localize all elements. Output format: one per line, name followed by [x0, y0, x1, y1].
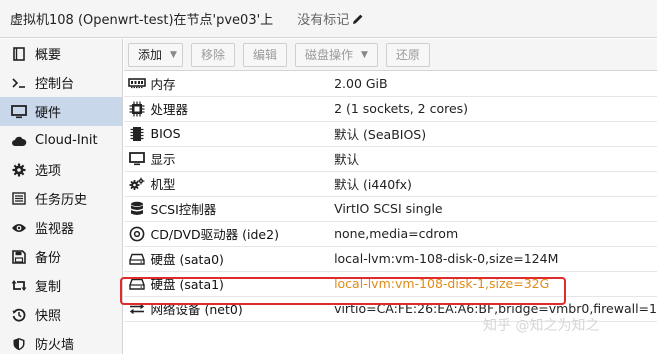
- sidebar-item-label: Cloud-Init: [35, 133, 98, 148]
- sidebar-item-snapshot[interactable]: 快照: [0, 300, 122, 329]
- sidebar-item-firewall[interactable]: 防火墙: [0, 329, 122, 354]
- row-name: SCSI控制器: [150, 196, 309, 222]
- cpu-icon: [128, 101, 146, 117]
- hdd-icon: [128, 276, 146, 292]
- sidebar-item-task-history[interactable]: 任务历史: [0, 184, 122, 213]
- edit-button-label: 编辑: [252, 48, 277, 62]
- cogs-icon: [128, 176, 146, 192]
- history-icon: [10, 307, 27, 323]
- hardware-table: 内存 2.00 GiB 处理器 2 (1 sockets, 2 cores) B…: [124, 71, 657, 322]
- row-value: 默认 (i440fx): [308, 171, 657, 197]
- revert-button[interactable]: 还原: [385, 42, 430, 67]
- table-row[interactable]: 内存 2.00 GiB: [124, 71, 657, 97]
- row-name: 硬盘 (sata1): [150, 271, 309, 297]
- title-bar: 虚拟机108 (Openwrt-test)在节点'pve03'上 没有标记: [0, 0, 657, 38]
- disk-action-button[interactable]: 磁盘操作 ▼: [294, 42, 378, 67]
- pencil-icon: [353, 14, 363, 24]
- row-name: 网络设备 (net0): [150, 296, 309, 322]
- row-value: 2.00 GiB: [308, 71, 657, 97]
- row-value: 默认 (SeaBIOS): [308, 121, 657, 147]
- sidebar-item-label: 监视器: [35, 222, 75, 237]
- terminal-icon: [10, 75, 27, 91]
- table-row[interactable]: CD/DVD驱动器 (ide2) none,media=cdrom: [124, 221, 657, 247]
- sidebar-item-label: 备份: [35, 251, 62, 266]
- gear-icon: [10, 162, 27, 178]
- retweet-icon: [10, 278, 27, 294]
- sidebar-item-console[interactable]: 控制台: [0, 68, 122, 97]
- sidebar-item-monitor[interactable]: 监视器: [0, 213, 122, 242]
- edit-button[interactable]: 编辑: [242, 42, 287, 67]
- sidebar-item-label: 选项: [35, 164, 62, 179]
- row-name: 显示: [150, 146, 309, 172]
- add-button[interactable]: 添加 ▼: [128, 42, 183, 67]
- remove-button-label: 移除: [200, 48, 225, 62]
- hdd-icon: [128, 251, 146, 267]
- floppy-icon: [10, 249, 27, 265]
- row-name: CD/DVD驱动器 (ide2): [150, 221, 309, 247]
- row-name: 机型: [150, 171, 309, 197]
- row-name: 硬盘 (sata0): [150, 246, 309, 272]
- exchange-icon: [128, 301, 146, 317]
- sidebar-item-label: 硬件: [35, 106, 62, 121]
- eye-icon: [10, 220, 27, 236]
- sidebar-item-label: 防火墙: [35, 338, 75, 353]
- row-value: local-lvm:vm-108-disk-0,size=124M: [308, 246, 657, 272]
- table-row[interactable]: SCSI控制器 VirtIO SCSI single: [124, 196, 657, 222]
- monitor-icon: [10, 104, 27, 120]
- sidebar-item-summary[interactable]: 概要: [0, 39, 122, 68]
- table-row[interactable]: 显示 默认: [124, 146, 657, 172]
- chevron-down-icon: ▼: [170, 49, 177, 60]
- sidebar-item-cloud-init[interactable]: Cloud-Init: [0, 126, 122, 155]
- shield-icon: [10, 336, 27, 352]
- list-icon: [10, 191, 27, 207]
- table-row-pending[interactable]: 硬盘 (sata1) local-lvm:vm-108-disk-1,size=…: [124, 271, 657, 297]
- watermark: 知乎 @知之为知之: [483, 318, 600, 334]
- row-value: VirtIO SCSI single: [308, 196, 657, 222]
- cloud-icon: [10, 133, 27, 149]
- sidebar: 概要 控制台 硬件 Cloud-Init 选项 任务历史 监视器 备份 复制 快…: [0, 39, 123, 354]
- sidebar-item-label: 快照: [35, 309, 62, 324]
- sidebar-item-label: 任务历史: [35, 193, 88, 208]
- table-row[interactable]: 硬盘 (sata0) local-lvm:vm-108-disk-0,size=…: [124, 246, 657, 272]
- revert-button-label: 还原: [395, 48, 420, 62]
- sidebar-item-options[interactable]: 选项: [0, 155, 122, 184]
- page-title: 虚拟机108 (Openwrt-test)在节点'pve03'上: [10, 13, 274, 28]
- sidebar-item-label: 控制台: [35, 77, 75, 92]
- chevron-down-icon: ▼: [360, 49, 368, 60]
- display-icon: [128, 151, 146, 167]
- row-value: none,media=cdrom: [308, 221, 657, 247]
- row-value: 2 (1 sockets, 2 cores): [308, 96, 657, 122]
- row-value: 默认: [308, 146, 657, 172]
- disk-action-button-label: 磁盘操作: [304, 48, 353, 62]
- remove-button[interactable]: 移除: [190, 42, 235, 67]
- database-icon: [128, 201, 146, 217]
- hardware-toolbar: 添加 ▼ 移除 编辑 磁盘操作 ▼ 还原: [124, 39, 657, 71]
- tags-label: 没有标记: [297, 13, 350, 28]
- table-row[interactable]: 机型 默认 (i440fx): [124, 171, 657, 197]
- sidebar-item-label: 概要: [35, 48, 62, 63]
- book-icon: [10, 46, 27, 62]
- table-row[interactable]: 处理器 2 (1 sockets, 2 cores): [124, 96, 657, 122]
- sidebar-item-backup[interactable]: 备份: [0, 242, 122, 271]
- cdrom-icon: [128, 226, 146, 242]
- add-button-label: 添加: [138, 48, 163, 62]
- sidebar-item-hardware[interactable]: 硬件: [0, 97, 122, 126]
- sidebar-item-label: 复制: [35, 280, 62, 295]
- hardware-panel: 添加 ▼ 移除 编辑 磁盘操作 ▼ 还原 内存 2.00 GiB 处理器 2 (…: [124, 39, 657, 354]
- memory-icon: [128, 75, 146, 91]
- sidebar-item-replication[interactable]: 复制: [0, 271, 122, 300]
- row-value: local-lvm:vm-108-disk-1,size=32G: [308, 271, 657, 297]
- tags-edit[interactable]: 没有标记: [297, 9, 364, 28]
- row-name: 内存: [150, 71, 309, 97]
- row-name: BIOS: [150, 121, 309, 147]
- table-row[interactable]: BIOS 默认 (SeaBIOS): [124, 121, 657, 147]
- row-name: 处理器: [150, 96, 309, 122]
- chip-icon: [128, 126, 146, 142]
